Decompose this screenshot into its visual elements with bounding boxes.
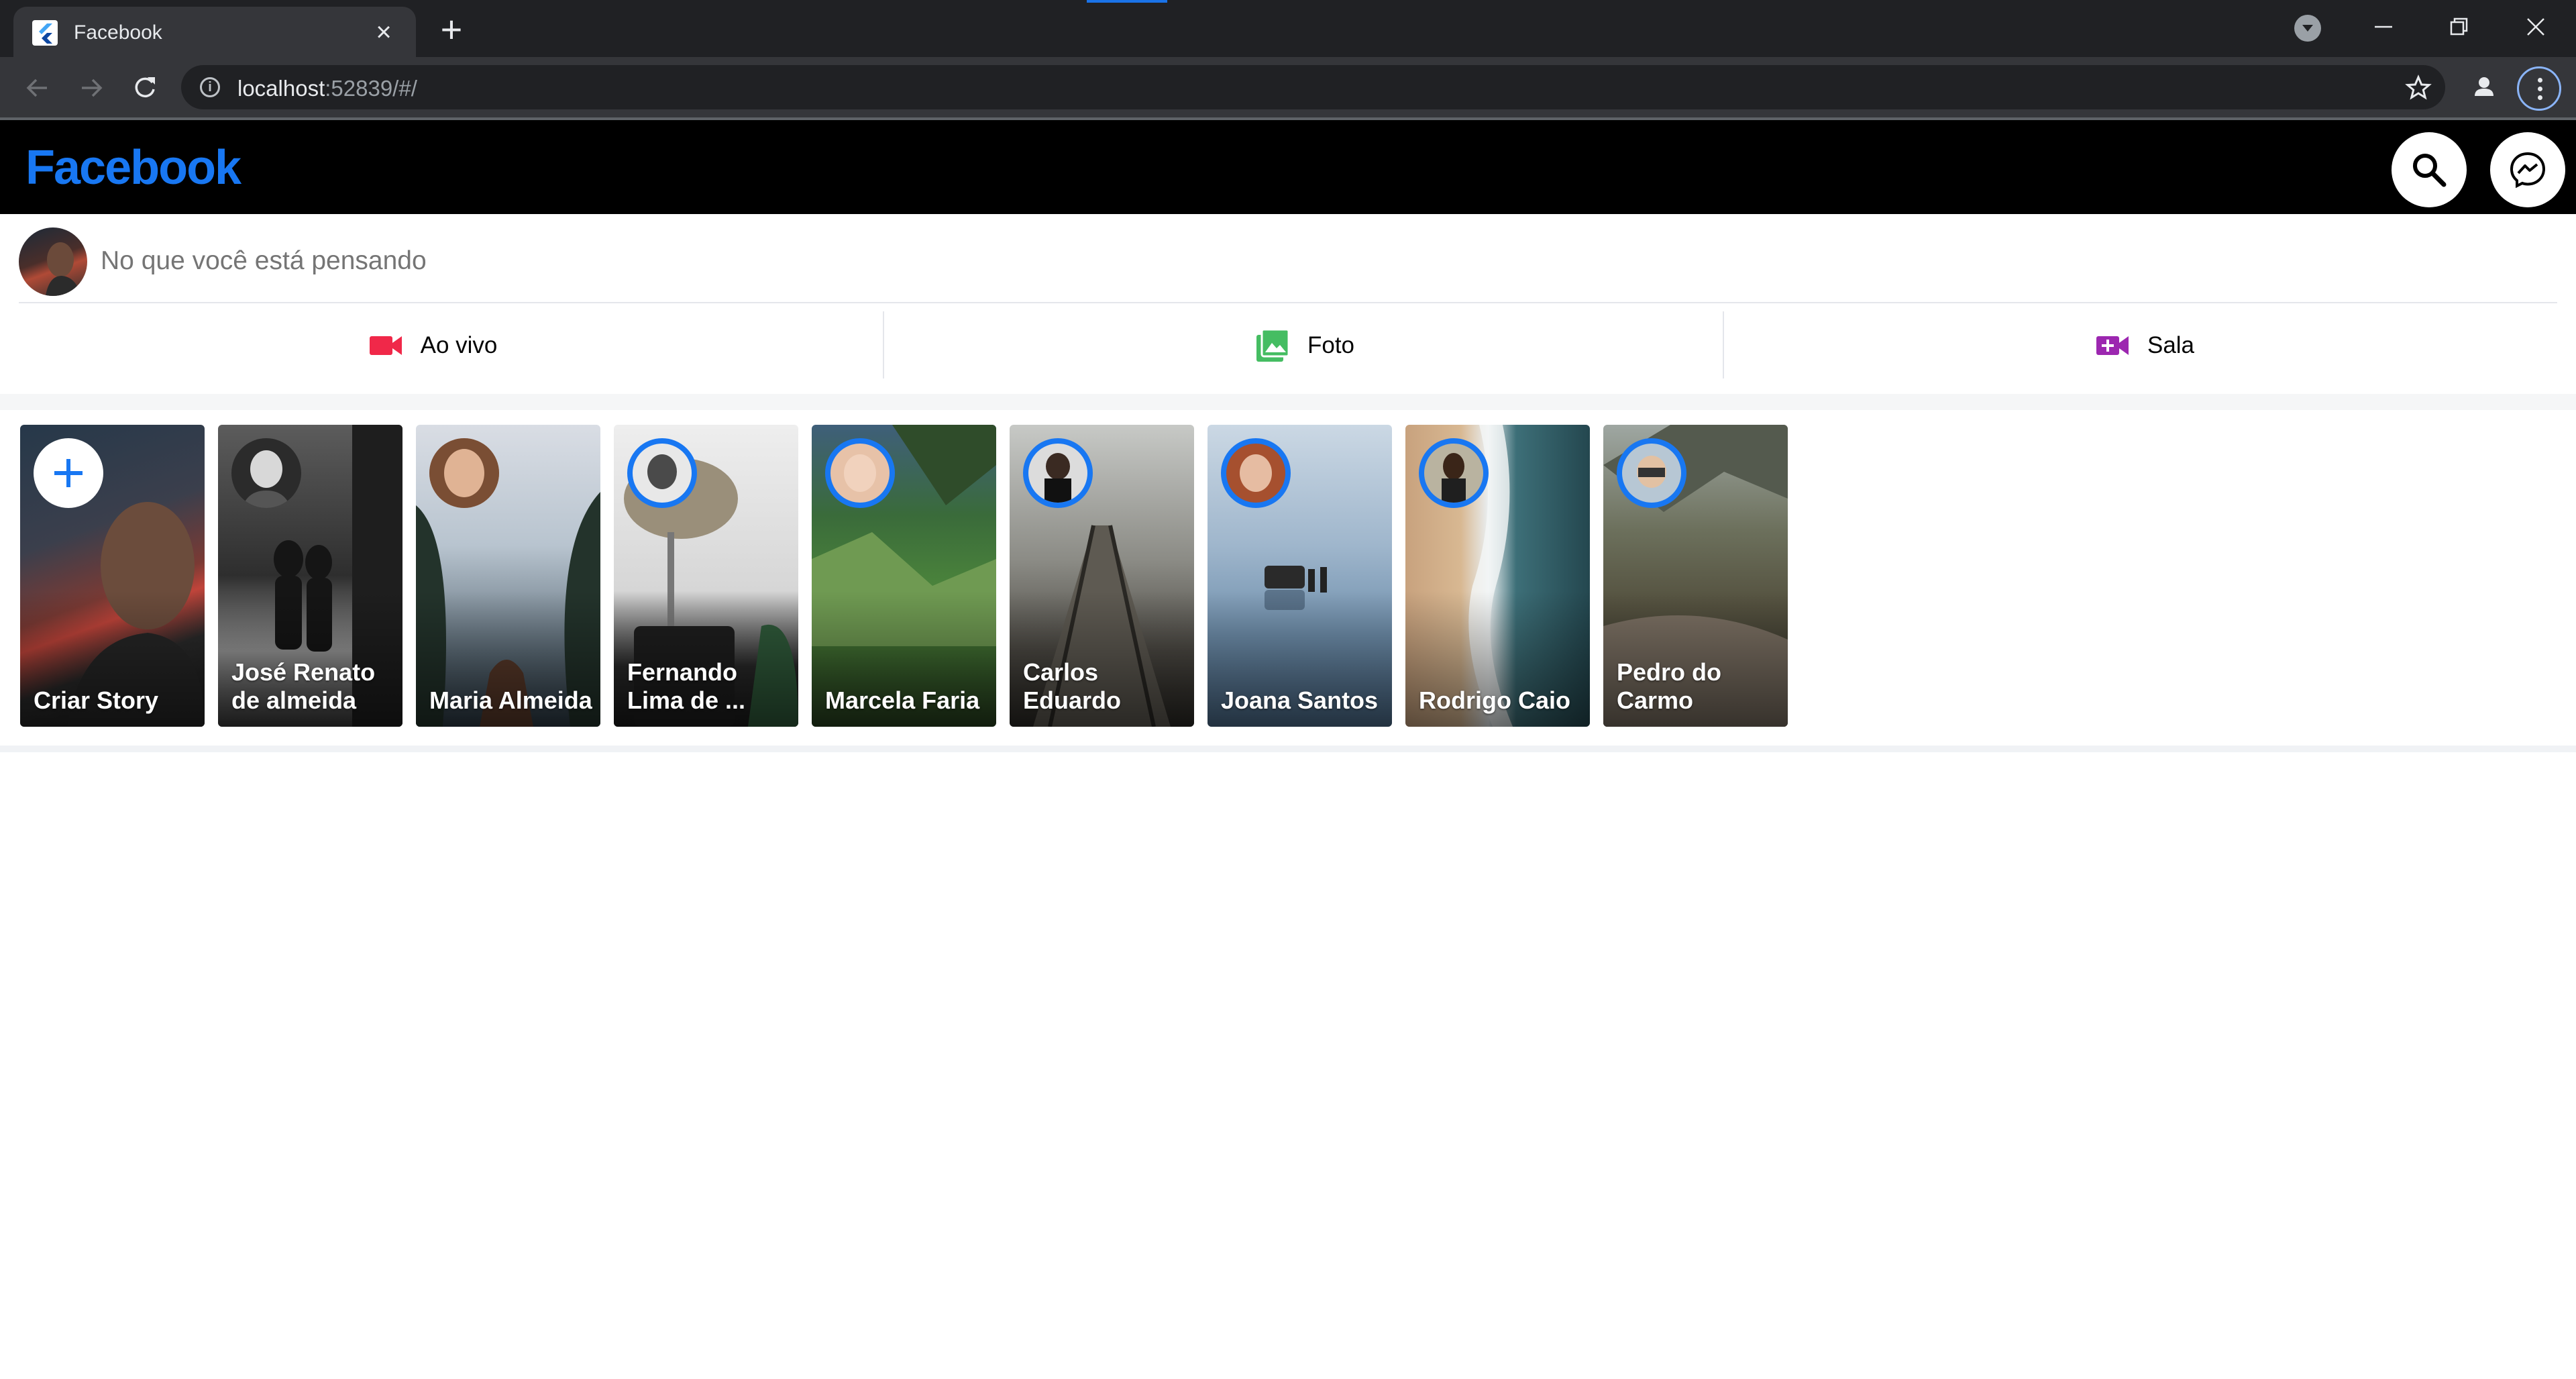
story-avatar	[825, 438, 895, 508]
story-avatar	[1023, 438, 1093, 508]
profile-icon[interactable]	[2467, 70, 2501, 104]
url-text: localhost:52839/#/	[237, 76, 417, 101]
url-path: :52839/#/	[325, 76, 417, 101]
reload-icon[interactable]	[126, 69, 164, 107]
story-name: Joana Santos	[1221, 686, 1379, 714]
loading-indicator	[1087, 0, 1167, 3]
story-card[interactable]: Rodrigo Caio	[1405, 425, 1590, 727]
story-name: Rodrigo Caio	[1419, 686, 1570, 714]
stories-row: Criar Story José Renato de almeida Maria…	[0, 410, 2576, 746]
post-composer: Ao vivo Foto Sala	[0, 214, 2576, 394]
story-card[interactable]: Maria Almeida	[416, 425, 600, 727]
browser-toolbar: i localhost:52839/#/	[0, 57, 2576, 117]
search-icon	[2413, 154, 2447, 187]
back-arrow-icon[interactable]	[19, 69, 56, 107]
photo-button[interactable]: Foto	[885, 308, 1724, 382]
messenger-button[interactable]	[2490, 132, 2565, 207]
story-card[interactable]: José Renato de almeida	[218, 425, 402, 727]
new-tab-icon[interactable]: +	[433, 11, 470, 50]
story-avatar	[231, 438, 301, 508]
live-video-label: Ao vivo	[420, 332, 498, 358]
search-button[interactable]	[2392, 132, 2467, 207]
story-avatar	[1617, 438, 1686, 508]
story-name: Marcela Faria	[825, 686, 980, 714]
section-spacer	[0, 746, 2576, 752]
url-host: localhost	[237, 76, 325, 101]
story-name: Maria Almeida	[429, 686, 592, 714]
flutter-favicon-icon	[32, 20, 58, 46]
action-separator	[883, 311, 884, 378]
live-video-button[interactable]: Ao vivo	[13, 308, 852, 382]
story-name: Pedro do Carmo	[1617, 658, 1722, 714]
browser-tab-bar: Facebook × +	[0, 0, 2576, 57]
minimize-window-icon[interactable]	[2353, 7, 2414, 47]
close-window-icon[interactable]	[2506, 7, 2566, 47]
create-story-card[interactable]: Criar Story	[20, 425, 205, 727]
story-card[interactable]: Pedro do Carmo	[1603, 425, 1788, 727]
add-story-button[interactable]	[34, 438, 103, 508]
section-spacer	[0, 394, 2576, 410]
user-avatar[interactable]	[19, 227, 87, 296]
videocam-icon	[369, 336, 402, 355]
address-bar[interactable]: i localhost:52839/#/	[181, 65, 2445, 109]
photo-label: Foto	[1307, 332, 1355, 358]
composer-divider	[19, 302, 2557, 303]
video-call-icon	[2096, 336, 2129, 355]
story-avatar	[1419, 438, 1489, 508]
bookmark-star-icon[interactable]	[2405, 74, 2432, 101]
story-name: Criar Story	[34, 686, 159, 714]
plus-icon	[54, 459, 83, 487]
photo-library-icon	[1256, 328, 1290, 362]
story-avatar	[429, 438, 499, 508]
tab-title: Facebook	[74, 21, 162, 44]
room-button[interactable]: Sala	[1725, 308, 2564, 382]
restore-window-icon[interactable]	[2428, 7, 2489, 47]
story-card[interactable]: Carlos Eduardo	[1010, 425, 1194, 727]
story-card[interactable]: Joana Santos	[1208, 425, 1392, 727]
story-name: Fernando Lima de ...	[627, 658, 746, 714]
forward-arrow-icon[interactable]	[72, 69, 110, 107]
story-name: Carlos Eduardo	[1023, 658, 1122, 714]
action-separator	[1723, 311, 1724, 378]
facebook-logo: Facebook	[25, 141, 241, 195]
story-card[interactable]: Fernando Lima de ...	[614, 425, 798, 727]
tab-search-icon[interactable]	[2294, 15, 2321, 42]
browser-tab[interactable]: Facebook ×	[13, 7, 416, 57]
post-input[interactable]	[101, 242, 2516, 280]
close-tab-icon[interactable]: ×	[368, 16, 400, 48]
story-card[interactable]: Marcela Faria	[812, 425, 996, 727]
story-avatar	[627, 438, 697, 508]
site-info-icon[interactable]: i	[200, 77, 220, 97]
app-header: Facebook	[0, 117, 2576, 214]
room-label: Sala	[2147, 332, 2195, 358]
messenger-icon	[2510, 152, 2546, 189]
browser-menu-icon[interactable]	[2517, 66, 2561, 111]
story-name: José Renato de almeida	[231, 658, 376, 714]
story-avatar	[1221, 438, 1291, 508]
